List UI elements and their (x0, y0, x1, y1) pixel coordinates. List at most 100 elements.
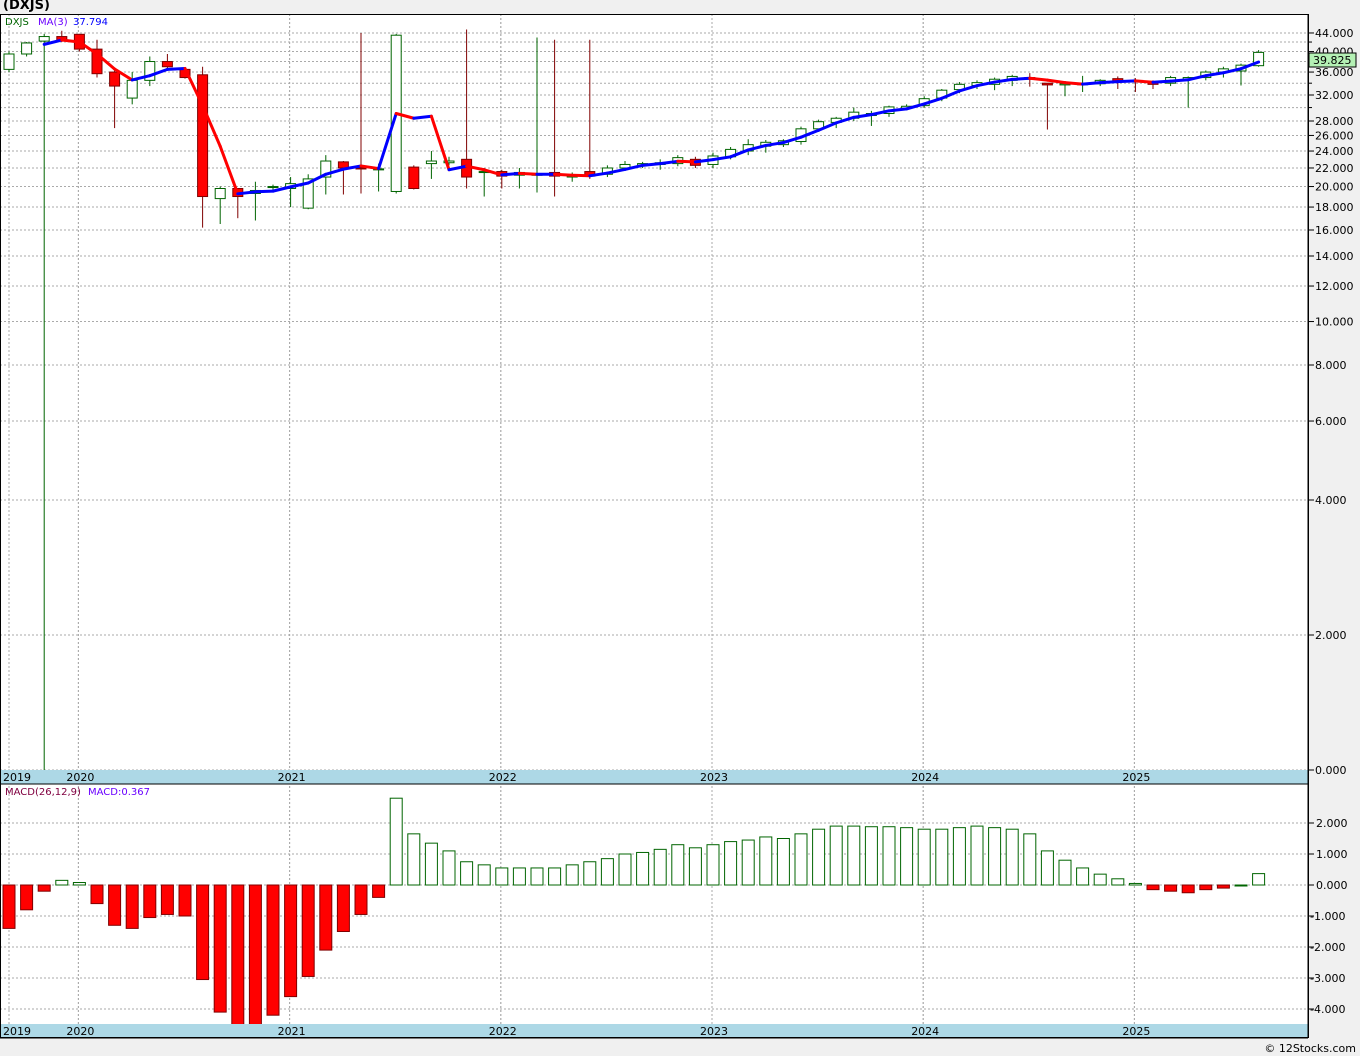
macd-bar-positive (512, 867, 526, 886)
macd-bar-positive (495, 867, 509, 886)
macd-bar-positive (1111, 878, 1125, 886)
ma-segment (1169, 78, 1190, 83)
macd-bar-positive (583, 861, 597, 886)
macd-bar-negative (2, 884, 16, 929)
ma-segment (1063, 81, 1085, 86)
year-label: 2019 (3, 1025, 31, 1038)
macd-bar-negative (37, 884, 51, 892)
ma-segment (553, 172, 574, 177)
macd-bar-positive (1005, 828, 1019, 886)
macd-bar-negative (1164, 884, 1178, 892)
macd-bar-positive (55, 879, 69, 886)
candle-up (38, 36, 50, 42)
candle-down (1041, 82, 1053, 86)
macd-bar-positive (636, 851, 650, 886)
macd-tick-label: 0.000 (1316, 879, 1348, 892)
macd-bar-positive (1076, 867, 1090, 886)
price-tick-label: 16.000 (1315, 224, 1354, 237)
macd-bar-positive (759, 836, 773, 886)
candle-up (267, 186, 279, 189)
macd-bar-negative (1181, 884, 1195, 894)
macd-bar-negative (1146, 884, 1160, 891)
macd-bar-positive (688, 847, 702, 886)
ma-segment (517, 171, 539, 176)
macd-bar-positive (812, 828, 826, 886)
candle-up (126, 79, 138, 99)
macd-bar-positive (600, 858, 614, 886)
candle-down (355, 167, 367, 170)
last-price: 39.825 (1313, 54, 1352, 67)
macd-bar-negative (196, 884, 210, 981)
macd-bar-positive (847, 825, 861, 886)
macd-bar-negative (284, 884, 298, 998)
macd-bar-positive (900, 827, 914, 886)
macd-bar-positive (1252, 873, 1266, 886)
macd-tick-label: -3.000 (1310, 972, 1345, 985)
ma-segment (1151, 79, 1173, 84)
legend-ma-value: 37.794 (73, 17, 108, 28)
price-tick-label: 26.000 (1315, 129, 1354, 142)
price-tick-label: 44.000 (1315, 27, 1354, 40)
macd-bar-positive (1058, 859, 1072, 886)
macd-bar-positive (460, 861, 474, 886)
macd-bar-negative (178, 884, 192, 917)
macd-bar-positive (442, 850, 456, 886)
macd-bar-negative (248, 884, 262, 1025)
macd-bar-positive (1023, 833, 1037, 886)
ma-segment (1098, 80, 1120, 85)
macd-bar-negative (1199, 884, 1213, 891)
macd-tick-label: -4.000 (1310, 1003, 1345, 1016)
ma-segment (887, 107, 909, 113)
year-label: 2025 (1122, 1025, 1150, 1038)
legend-macd-value: MACD:0.367 (88, 787, 150, 798)
price-tick-label: 32.000 (1315, 89, 1354, 102)
macd-bar-positive (829, 825, 843, 886)
macd-bar-positive (970, 825, 984, 886)
macd-bar-positive (917, 828, 931, 886)
candle-down (197, 74, 209, 198)
macd-bar-negative (108, 884, 122, 926)
macd-bar-positive (565, 864, 579, 886)
ma-segment (165, 66, 187, 71)
price-tick-label: 2.000 (1315, 629, 1347, 642)
date-axis-strip (0, 770, 1308, 784)
stock-chart[interactable]: 44.00040.00036.00032.00028.00026.00024.0… (0, 0, 1360, 1056)
macd-bar-negative (125, 884, 139, 929)
macd-bar-positive (618, 853, 632, 886)
macd-bar-negative (90, 884, 104, 905)
macd-bar-positive (548, 867, 562, 886)
macd-bar-negative (336, 884, 350, 932)
macd-bar-positive (1128, 882, 1142, 886)
macd-bar-positive (741, 839, 755, 886)
macd-bar-positive (952, 827, 966, 886)
price-tick-label: 0.000 (1315, 764, 1347, 777)
macd-bar-negative (266, 884, 280, 1016)
macd-bar-positive (72, 882, 86, 886)
ma-segment (412, 114, 433, 120)
macd-tick-label: 2.000 (1316, 817, 1348, 830)
price-tick-label: 20.000 (1315, 181, 1354, 194)
candle-down (408, 166, 420, 189)
price-tick-label: 18.000 (1315, 201, 1354, 214)
macd-bar-negative (20, 884, 34, 911)
macd-tick-label: 1.000 (1316, 848, 1348, 861)
macd-bar-positive (935, 828, 949, 886)
macd-bar-positive (389, 797, 403, 886)
year-label: 2024 (911, 771, 939, 784)
candle-up (214, 187, 226, 200)
candle-down (109, 71, 121, 87)
year-label: 2025 (1122, 771, 1150, 784)
ma-segment (676, 159, 697, 164)
macd-bar-negative (160, 884, 174, 915)
ma-segment (1133, 79, 1155, 84)
macd-bar-negative (213, 884, 227, 1013)
price-tick-label: 24.000 (1315, 145, 1354, 158)
macd-bar-positive (1040, 850, 1054, 886)
year-label: 2020 (66, 1025, 94, 1038)
price-tick-label: 10.000 (1315, 316, 1354, 329)
macd-bar-positive (794, 833, 808, 886)
ma-segment (1116, 79, 1137, 84)
ma-segment (60, 38, 81, 44)
ma-segment (253, 189, 275, 194)
year-label: 2022 (489, 771, 517, 784)
